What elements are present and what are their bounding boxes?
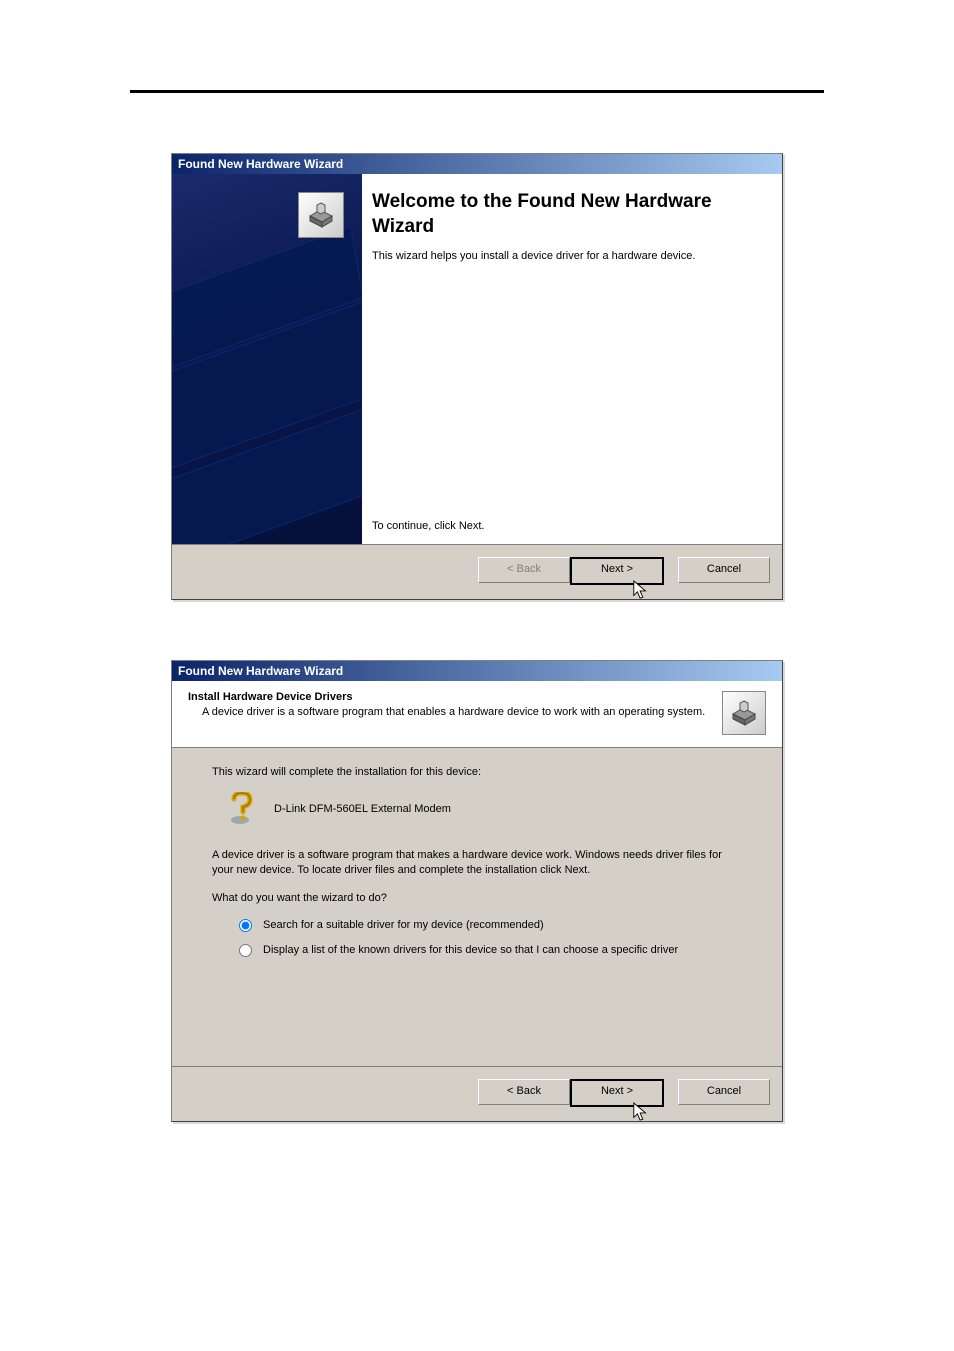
- title-text: Found New Hardware Wizard: [178, 664, 343, 678]
- wizard-right-pane: Welcome to the Found New Hardware Wizard…: [362, 174, 782, 544]
- back-button: < Back: [478, 557, 570, 583]
- wizard-description: This wizard helps you install a device d…: [372, 249, 762, 264]
- title-text: Found New Hardware Wizard: [178, 157, 343, 171]
- cancel-button[interactable]: Cancel: [678, 1079, 770, 1105]
- unknown-device-icon: [226, 792, 260, 826]
- intro-line: This wizard will complete the installati…: [212, 766, 742, 778]
- question-text: What do you want the wizard to do?: [212, 892, 742, 904]
- cancel-button[interactable]: Cancel: [678, 557, 770, 583]
- button-bar: < Back Next > Cancel: [172, 1066, 782, 1121]
- next-button[interactable]: Next >: [570, 557, 664, 585]
- wizard-dialog-welcome: Found New Hardware Wizard Welcome to the…: [171, 153, 783, 600]
- header-subtitle: A device driver is a software program th…: [202, 705, 712, 720]
- radio-search[interactable]: [239, 919, 252, 932]
- radio-option-search[interactable]: Search for a suitable driver for my devi…: [234, 918, 742, 933]
- title-bar[interactable]: Found New Hardware Wizard: [172, 154, 782, 174]
- hardware-icon: [722, 691, 766, 735]
- continue-hint: To continue, click Next.: [372, 519, 762, 534]
- wizard-body: Welcome to the Found New Hardware Wizard…: [172, 174, 782, 544]
- title-bar[interactable]: Found New Hardware Wizard: [172, 661, 782, 681]
- back-button[interactable]: < Back: [478, 1079, 570, 1105]
- radio-search-label: Search for a suitable driver for my devi…: [263, 918, 544, 933]
- radio-list-label: Display a list of the known drivers for …: [263, 943, 678, 958]
- wizard-header: Install Hardware Device Drivers A device…: [172, 681, 782, 748]
- device-row: D-Link DFM-560EL External Modem: [226, 792, 742, 826]
- radio-list[interactable]: [239, 944, 252, 957]
- radio-option-list[interactable]: Display a list of the known drivers for …: [234, 943, 742, 958]
- header-title: Install Hardware Device Drivers: [188, 691, 712, 703]
- wizard-heading: Welcome to the Found New Hardware Wizard: [372, 190, 762, 239]
- device-name: D-Link DFM-560EL External Modem: [274, 803, 451, 815]
- wizard-sidebar-graphic: [172, 174, 362, 544]
- next-button[interactable]: Next >: [570, 1079, 664, 1107]
- explain-text: A device driver is a software program th…: [212, 848, 742, 878]
- radio-group: Search for a suitable driver for my devi…: [234, 918, 742, 958]
- wizard-body: This wizard will complete the installati…: [172, 748, 782, 1066]
- hardware-icon: [298, 192, 344, 238]
- button-bar: < Back Next > Cancel: [172, 544, 782, 599]
- document-page: Found New Hardware Wizard Welcome to the…: [0, 0, 954, 1122]
- wizard-dialog-install-drivers: Found New Hardware Wizard Install Hardwa…: [171, 660, 783, 1122]
- horizontal-rule: [130, 90, 824, 93]
